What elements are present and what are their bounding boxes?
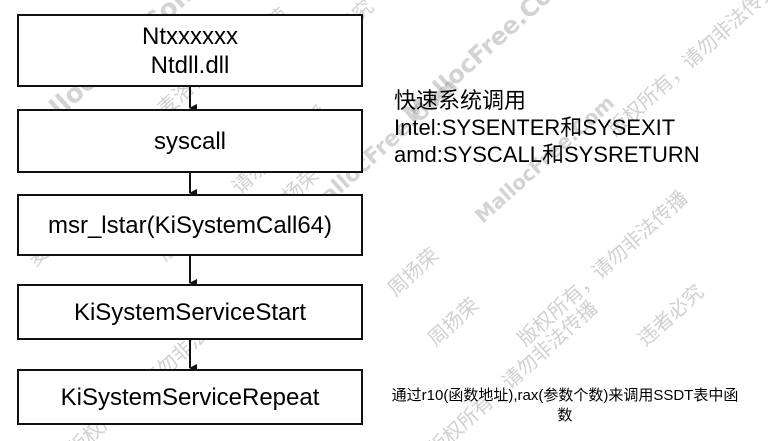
ssdt-note: 通过r10(函数地址),rax(参数个数)来调用SSDT表中函数 <box>391 387 739 424</box>
ntxxxxxx-label: Ntxxxxxx <box>142 22 238 50</box>
ntdll-box: Ntxxxxxx Ntdll.dll <box>17 14 363 87</box>
fast-syscall-title: 快速系统调用 <box>394 88 527 113</box>
syscall-box: syscall <box>17 109 363 173</box>
amd-instructions: amd:SYSCALL和SYSRETURN <box>394 142 700 167</box>
fast-syscall-note: 快速系统调用 Intel:SYSENTER和SYSEXIT amd:SYSCAL… <box>394 87 700 168</box>
ntdll-label: Ntdll.dll <box>150 51 230 79</box>
msr-lstar-box: msr_lstar(KiSystemCall64) <box>17 194 363 256</box>
ki-system-service-repeat-box: KiSystemServiceRepeat <box>17 369 363 425</box>
ki-system-service-start-box: KiSystemServiceStart <box>17 284 363 340</box>
ki-system-service-repeat-label: KiSystemServiceRepeat <box>60 383 320 411</box>
msr-lstar-label: msr_lstar(KiSystemCall64) <box>47 211 333 239</box>
intel-instructions: Intel:SYSENTER和SYSEXIT <box>394 115 676 140</box>
syscall-label: syscall <box>153 127 226 155</box>
ki-system-service-start-label: KiSystemServiceStart <box>73 298 307 326</box>
